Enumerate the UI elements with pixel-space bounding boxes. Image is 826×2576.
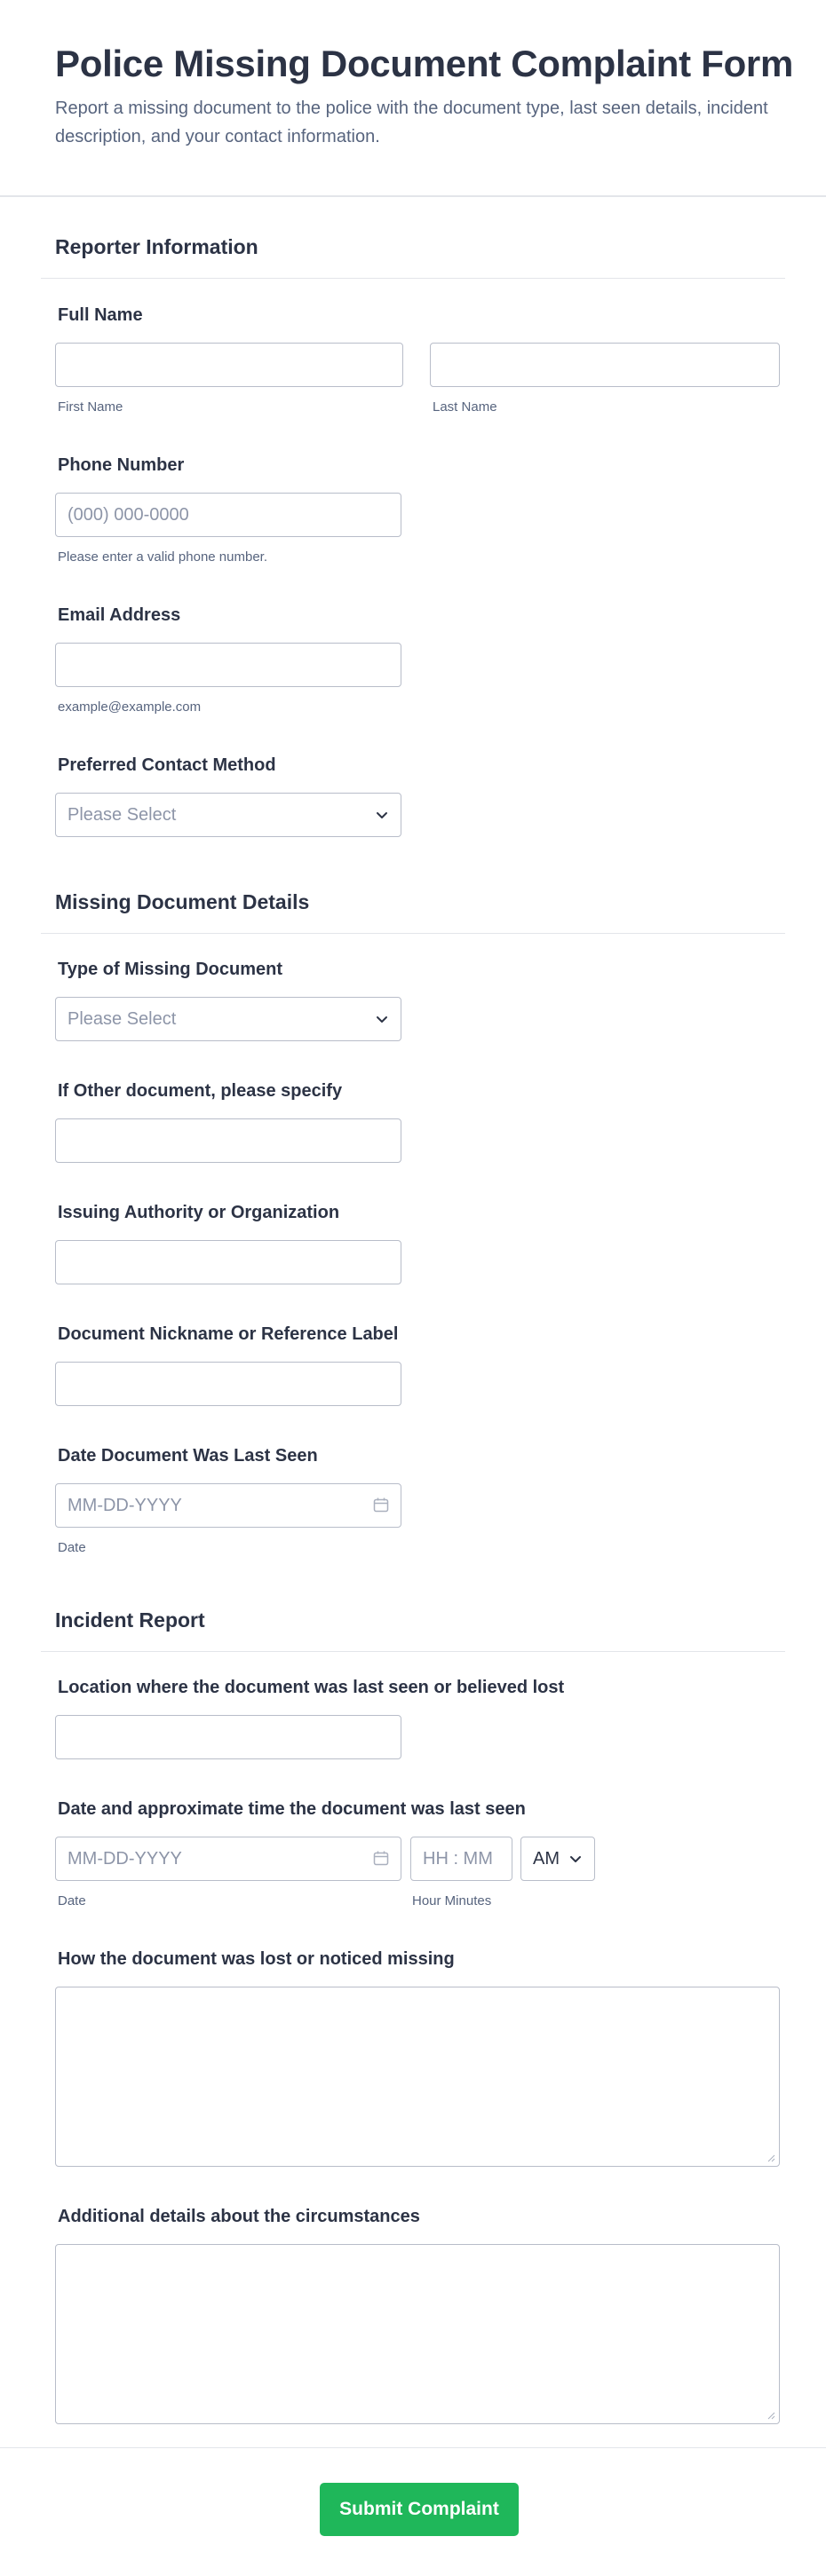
email-sublabel: example@example.com bbox=[58, 699, 202, 715]
additional-label: Additional details about the circumstanc… bbox=[58, 2207, 420, 2226]
form-header: Police Missing Document Complaint Form R… bbox=[0, 0, 826, 197]
chevron-down-icon bbox=[570, 1856, 581, 1862]
nickname-input[interactable] bbox=[55, 1362, 401, 1406]
contact-method-select[interactable]: Please Select bbox=[55, 793, 401, 837]
doc-type-value: Please Select bbox=[68, 1008, 177, 1029]
how-lost-textarea[interactable] bbox=[55, 1987, 780, 2167]
last-seen-date-label: Date Document Was Last Seen bbox=[58, 1446, 318, 1466]
time-sublabel: Hour Minutes bbox=[412, 1893, 492, 1908]
section-divider bbox=[41, 278, 785, 279]
section-divider bbox=[41, 933, 785, 934]
section-title-incident: Incident Report bbox=[55, 1608, 205, 1632]
time-input[interactable] bbox=[410, 1837, 512, 1881]
section-title-document: Missing Document Details bbox=[55, 890, 310, 913]
form-description: Report a missing document to the police … bbox=[55, 99, 768, 146]
issuer-input[interactable] bbox=[55, 1240, 401, 1284]
resize-handle-icon[interactable] bbox=[766, 2411, 775, 2420]
doc-type-label: Type of Missing Document bbox=[58, 960, 282, 979]
contact-method-label: Preferred Contact Method bbox=[58, 755, 276, 775]
last-seen-datetime-date-input[interactable] bbox=[55, 1837, 401, 1881]
doc-type-select[interactable]: Please Select bbox=[55, 997, 401, 1041]
location-label: Location where the document was last see… bbox=[58, 1678, 565, 1697]
last-seen-date-sublabel: Date bbox=[58, 1540, 86, 1555]
phone-label: Phone Number bbox=[58, 455, 185, 475]
last-seen-date-field bbox=[55, 1483, 401, 1528]
datetime-date-sublabel: Date bbox=[58, 1893, 86, 1908]
section-title-reporter: Reporter Information bbox=[55, 235, 258, 258]
last-name-input[interactable] bbox=[430, 343, 780, 387]
first-name-sublabel: First Name bbox=[58, 399, 123, 415]
calendar-icon[interactable] bbox=[373, 1497, 389, 1513]
additional-textarea[interactable] bbox=[55, 2244, 780, 2424]
last-name-sublabel: Last Name bbox=[433, 399, 497, 415]
how-lost-label: How the document was lost or noticed mis… bbox=[58, 1949, 455, 1969]
other-doc-input[interactable] bbox=[55, 1118, 401, 1163]
phone-sublabel: Please enter a valid phone number. bbox=[58, 549, 267, 565]
last-seen-datetime-label: Date and approximate time the document w… bbox=[58, 1799, 526, 1819]
ampm-value: AM bbox=[533, 1848, 560, 1869]
full-name-label: Full Name bbox=[58, 305, 143, 325]
form-title: Police Missing Document Complaint Form bbox=[55, 43, 794, 84]
issuer-label: Issuing Authority or Organization bbox=[58, 1203, 340, 1222]
email-input[interactable] bbox=[55, 643, 401, 687]
nickname-label: Document Nickname or Reference Label bbox=[58, 1324, 399, 1344]
chevron-down-icon bbox=[377, 1016, 387, 1023]
footer-divider bbox=[0, 2447, 826, 2448]
first-name-input[interactable] bbox=[55, 343, 403, 387]
phone-input[interactable] bbox=[55, 493, 401, 537]
ampm-select[interactable]: AM bbox=[520, 1837, 595, 1881]
other-doc-label: If Other document, please specify bbox=[58, 1081, 343, 1101]
email-label: Email Address bbox=[58, 605, 181, 625]
chevron-down-icon bbox=[377, 812, 387, 818]
submit-complaint-button[interactable]: Submit Complaint bbox=[320, 2483, 519, 2536]
location-input[interactable] bbox=[55, 1715, 401, 1759]
resize-handle-icon[interactable] bbox=[766, 2153, 775, 2162]
section-divider bbox=[41, 1651, 785, 1652]
last-seen-datetime-date-field bbox=[55, 1837, 401, 1881]
last-seen-date-input[interactable] bbox=[55, 1483, 401, 1528]
calendar-icon[interactable] bbox=[373, 1851, 389, 1866]
contact-method-value: Please Select bbox=[68, 804, 177, 825]
